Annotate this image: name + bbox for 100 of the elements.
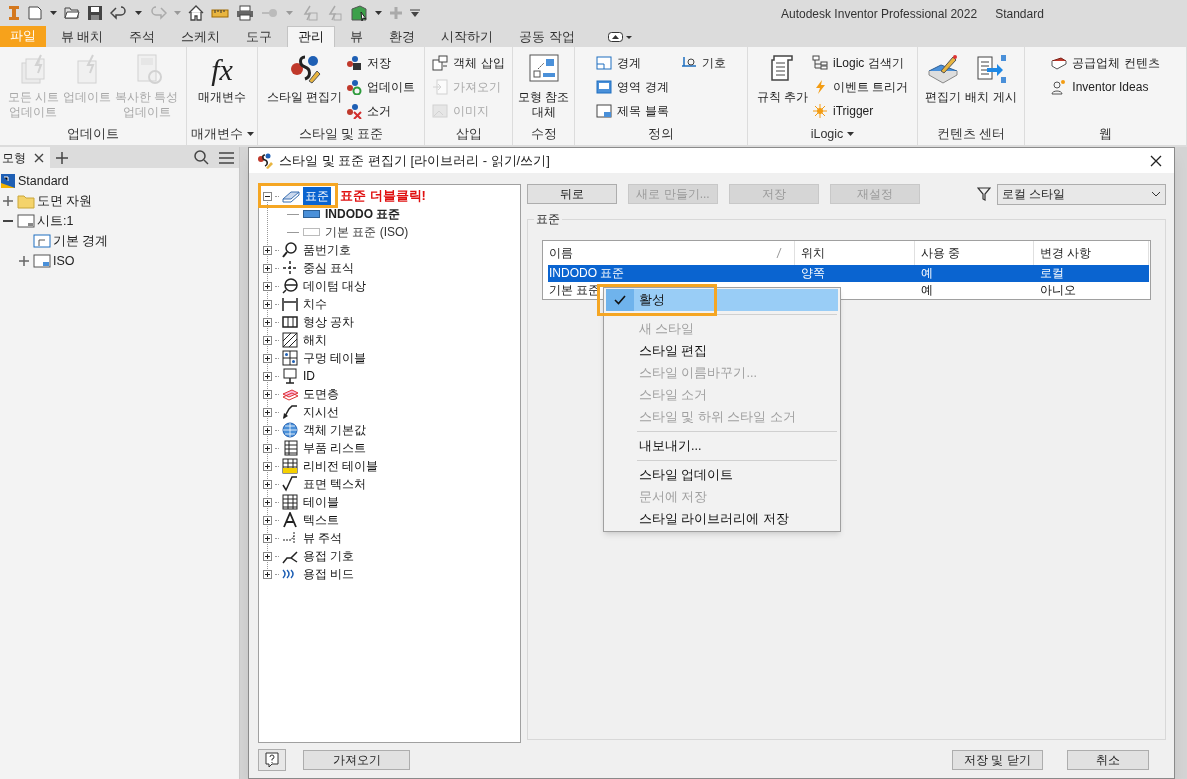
ribbon-button[interactable]: 편집기 (925, 53, 962, 105)
ribbon-tab[interactable]: 도구 (235, 26, 284, 47)
ribbon-button[interactable]: 스타일 편집기 (266, 53, 343, 105)
expand-icon[interactable] (263, 317, 272, 327)
close-icon[interactable] (1150, 154, 1162, 167)
tree-item[interactable]: 품번기호 (301, 241, 353, 259)
ribbon-button[interactable]: 제목 블록 (596, 101, 669, 120)
tree-item[interactable]: 기본 표준 (ISO) (325, 223, 409, 241)
tree-item[interactable]: 용접 비드 (301, 565, 357, 583)
open-folder-icon[interactable] (64, 5, 80, 21)
tree-item[interactable]: 도면층 (301, 385, 341, 403)
ribbon-button[interactable]: 영역 경계 (596, 77, 669, 96)
ruler-icon[interactable] (211, 7, 229, 19)
new-document-icon[interactable] (27, 5, 43, 21)
tree-item[interactable]: 용접 기호 (301, 547, 357, 565)
ribbon-tab[interactable]: 관리 (287, 26, 336, 47)
ribbon-button[interactable]: 소거 (346, 101, 416, 120)
tree-item[interactable]: 해치 (301, 331, 329, 349)
browser-item[interactable]: Standard (18, 171, 69, 191)
ribbon-tab[interactable]: 시작하기 (430, 26, 505, 47)
ribbon-button[interactable]: 이벤트 트리거 (812, 77, 909, 96)
menu-item[interactable]: 스타일 라이브러리에 저장 (606, 508, 838, 530)
ribbon-tab[interactable]: 뷰 (339, 26, 375, 47)
ribbon-tab[interactable]: 스케치 (170, 26, 232, 47)
save-icon[interactable] (87, 5, 103, 21)
expand-icon[interactable] (263, 569, 272, 579)
expand-icon[interactable] (263, 353, 272, 363)
tree-item[interactable]: 표면 텍스처 (301, 475, 369, 493)
expand-icon[interactable] (263, 281, 272, 291)
tree-item[interactable]: 부품 리스트 (301, 439, 369, 457)
browser-item[interactable]: ISO (53, 251, 75, 271)
ribbon-button[interactable]: 객체 삽입 (432, 53, 505, 72)
ribbon-button[interactable]: 업데이트 (346, 77, 416, 96)
expand-icon[interactable] (263, 263, 272, 273)
expand-icon[interactable] (263, 407, 272, 417)
tree-item[interactable]: 객체 기본값 (301, 421, 369, 439)
ribbon-button[interactable]: fx 매개변수 (198, 53, 246, 105)
ribbon-tab[interactable]: 공동 작업 (508, 26, 586, 47)
tree-item[interactable]: 형상 공차 (301, 313, 357, 331)
ribbon-button[interactable]: 공급업체 컨텐츠 (1051, 53, 1160, 72)
browser-item[interactable]: 시트:1 (37, 211, 74, 231)
help-icon[interactable] (258, 748, 286, 771)
ribbon-tab[interactable]: 뷰 배치 (50, 26, 115, 47)
expand-icon[interactable] (263, 461, 272, 471)
ribbon-tab[interactable]: 주석 (118, 26, 167, 47)
browser-tab[interactable]: 모형 (0, 147, 50, 168)
table-row[interactable]: INDODO 표준 양쪽 예 로컬 (548, 265, 1149, 282)
expand-icon[interactable] (263, 335, 272, 345)
style-filter-dropdown[interactable]: 로컬 스타일 (997, 183, 1166, 205)
filter-icon[interactable] (977, 187, 991, 201)
ribbon-button[interactable]: 모형 참조 대체 (517, 53, 570, 120)
tree-item[interactable]: ID (301, 367, 317, 385)
expand-icon[interactable] (263, 497, 272, 507)
tree-item[interactable]: 테이블 (301, 493, 341, 511)
ribbon-button[interactable]: 경계 (596, 53, 669, 72)
menu-item[interactable]: 활성 (606, 289, 838, 311)
tree-item[interactable]: 치수 (301, 295, 329, 313)
menu-item[interactable]: 스타일 업데이트 (606, 464, 838, 486)
ribbon-button[interactable]: 저장 (346, 53, 416, 72)
ribbon-button[interactable]: Inventor Ideas (1051, 77, 1160, 96)
add-tab-icon[interactable] (56, 151, 68, 164)
tree-item[interactable]: 표준 (303, 187, 331, 205)
ribbon-button[interactable]: iTrigger (812, 101, 909, 120)
import-button[interactable]: 가져오기 (303, 749, 410, 770)
box-icon[interactable] (350, 4, 368, 22)
cancel-button[interactable]: 취소 (1067, 749, 1149, 770)
ribbon-button[interactable]: 기호 (680, 53, 726, 72)
tree-item[interactable]: 구멍 테이블 (301, 349, 369, 367)
ribbon-button[interactable]: iLogic 검색기 (812, 53, 909, 72)
expand-icon[interactable] (263, 533, 272, 543)
expand-icon[interactable] (263, 389, 272, 399)
browser-item[interactable]: 도면 자원 (37, 191, 93, 211)
expand-icon[interactable] (263, 299, 272, 309)
tree-item[interactable]: 뷰 주석 (301, 529, 345, 547)
ribbon-toggle-icon[interactable] (607, 30, 632, 43)
ribbon-button[interactable]: 배치 게시 (965, 53, 1017, 105)
undo-icon[interactable] (110, 5, 128, 21)
ribbon-button[interactable]: 규칙 추가 (756, 53, 808, 105)
search-icon[interactable] (194, 150, 209, 165)
tree-item[interactable]: INDODO 표준 (325, 205, 401, 223)
tree-item[interactable]: 데이텀 대상 (301, 277, 369, 295)
tree-item[interactable]: 텍스트 (301, 511, 341, 529)
collapse-icon[interactable] (263, 191, 272, 201)
browser-item[interactable]: 기본 경계 (53, 231, 109, 251)
save-close-button[interactable]: 저장 및 닫기 (952, 749, 1043, 770)
expand-icon[interactable] (263, 515, 272, 525)
toolbar-button[interactable]: 뒤로 (527, 184, 617, 204)
menu-icon[interactable] (219, 151, 234, 164)
expand-icon[interactable] (263, 245, 272, 255)
menu-item[interactable]: 내보내기... (606, 435, 838, 457)
tree-item[interactable]: 지시선 (301, 403, 341, 421)
menu-item[interactable]: 스타일 편집 (606, 340, 838, 362)
ribbon-tab[interactable]: 환경 (378, 26, 427, 47)
tree-item[interactable]: 중심 표식 (301, 259, 357, 277)
expand-icon[interactable] (263, 371, 272, 381)
print-icon[interactable] (236, 5, 254, 21)
expand-icon[interactable] (263, 425, 272, 435)
home-icon[interactable] (188, 5, 204, 21)
expand-icon[interactable] (263, 443, 272, 453)
expand-icon[interactable] (263, 551, 272, 561)
